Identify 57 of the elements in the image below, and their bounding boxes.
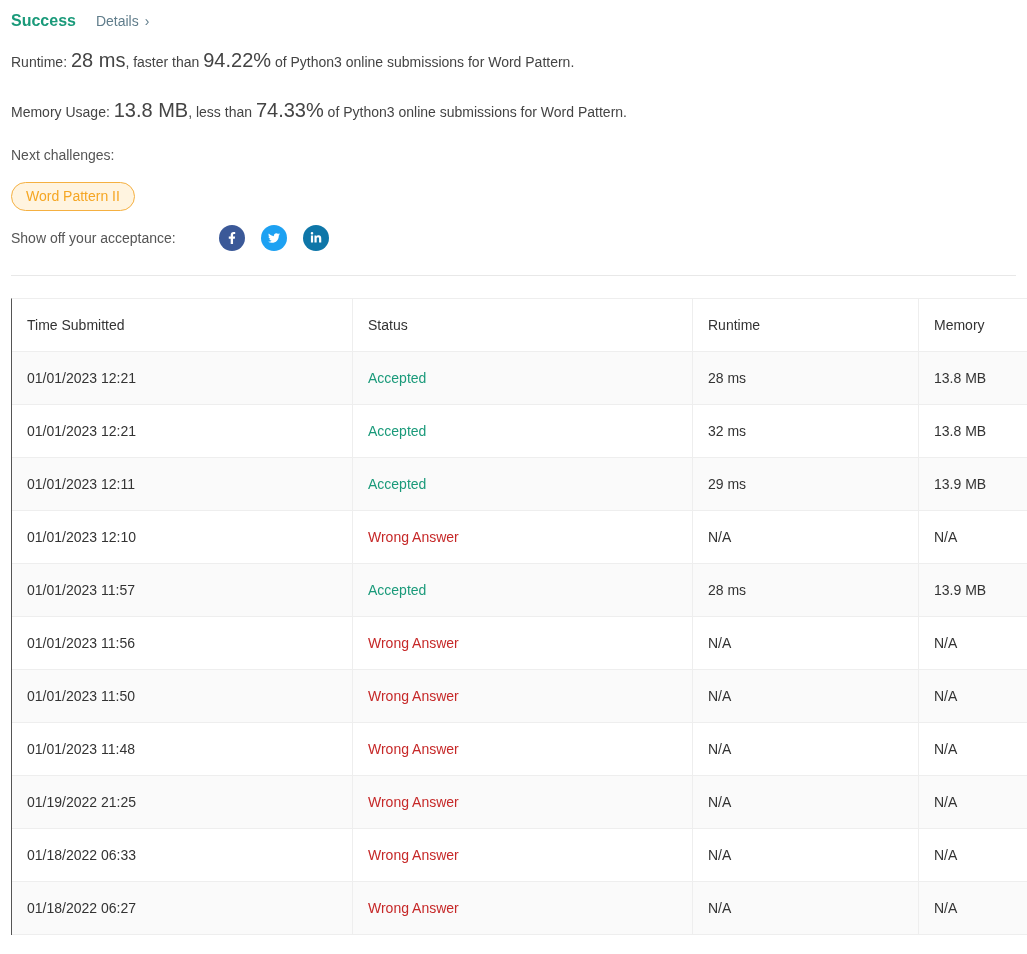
status-link[interactable]: Accepted — [368, 420, 427, 442]
status-link[interactable]: Wrong Answer — [368, 632, 459, 654]
time-cell-text: 01/01/2023 12:10 — [27, 527, 136, 547]
column-header: Time Submitted — [27, 315, 125, 335]
runtime-cell-text: N/A — [708, 792, 732, 812]
memory-cell-text: N/A — [934, 898, 958, 918]
memory-cell-text: N/A — [934, 845, 958, 865]
time-cell-text: 01/01/2023 12:21 — [27, 368, 136, 388]
runtime-cell-text: 28 ms — [708, 368, 747, 388]
status-link[interactable]: Wrong Answer — [368, 844, 459, 866]
memory-cell-text: N/A — [934, 686, 958, 706]
memory-cell-text: N/A — [934, 527, 958, 547]
memory-cell-text: N/A — [934, 792, 958, 812]
stat-sentence: Memory Usage: 13.8 MB, less than 74.33% of Python3 online submissions for Word Pattern. — [11, 98, 628, 123]
twitter-icon[interactable] — [261, 225, 287, 251]
time-cell-text: 01/18/2022 06:27 — [27, 898, 136, 918]
runtime-cell-text: N/A — [708, 845, 732, 865]
runtime-cell-text: N/A — [708, 633, 732, 653]
time-cell-text: 01/01/2023 11:50 — [27, 686, 135, 706]
facebook-icon[interactable] — [219, 225, 245, 251]
next-challenges-label: Next challenges: — [11, 146, 116, 165]
time-cell-text: 01/18/2022 06:33 — [27, 845, 136, 865]
column-header: Runtime — [708, 315, 761, 335]
linkedin-icon[interactable] — [303, 225, 329, 251]
status-link[interactable]: Accepted — [368, 579, 427, 601]
runtime-cell-text: N/A — [708, 527, 732, 547]
status-link[interactable]: Wrong Answer — [368, 897, 459, 919]
runtime-cell-text: N/A — [708, 898, 732, 918]
stat-sentence: Runtime: 28 ms, faster than 94.22% of Python3 online submissions for Word Pattern. — [11, 48, 576, 73]
memory-cell-text: N/A — [934, 739, 958, 759]
memory-cell-text: N/A — [934, 633, 958, 653]
status-link[interactable]: Wrong Answer — [368, 791, 459, 813]
result-title: Success — [11, 11, 76, 31]
status-link[interactable]: Wrong Answer — [368, 526, 459, 548]
runtime-cell-text: 32 ms — [708, 421, 747, 441]
memory-cell-text: 13.9 MB — [934, 474, 987, 494]
status-link[interactable]: Wrong Answer — [368, 685, 459, 707]
runtime-cell-text: N/A — [708, 686, 732, 706]
time-cell-text: 01/01/2023 11:48 — [27, 739, 135, 759]
status-link[interactable]: Accepted — [368, 367, 427, 389]
time-cell-text: 01/19/2022 21:25 — [27, 792, 136, 812]
time-cell-text: 01/01/2023 11:56 — [27, 633, 135, 653]
share-label: Show off your acceptance: — [11, 228, 177, 248]
runtime-cell-text: 29 ms — [708, 474, 747, 494]
column-header: Memory — [934, 315, 985, 335]
time-cell-text: 01/01/2023 12:11 — [27, 474, 135, 494]
time-cell-text: 01/01/2023 11:57 — [27, 580, 135, 600]
status-link[interactable]: Wrong Answer — [368, 738, 459, 760]
details-link[interactable]: Details › — [95, 11, 150, 32]
memory-cell-text: 13.9 MB — [934, 580, 987, 600]
time-cell-text: 01/01/2023 12:21 — [27, 421, 136, 441]
memory-cell-text: 13.8 MB — [934, 368, 987, 388]
memory-cell-text: 13.8 MB — [934, 421, 987, 441]
runtime-cell-text: 28 ms — [708, 580, 747, 600]
status-link[interactable]: Accepted — [368, 473, 427, 495]
runtime-cell-text: N/A — [708, 739, 732, 759]
column-header: Status — [368, 315, 408, 335]
